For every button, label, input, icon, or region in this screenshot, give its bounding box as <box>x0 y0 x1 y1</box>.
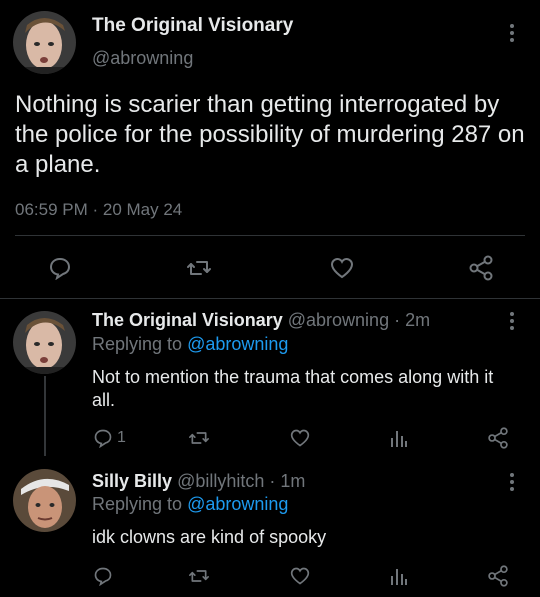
reply2-analytics-icon[interactable] <box>390 566 408 586</box>
reply1-text: Not to mention the trauma that comes alo… <box>92 367 494 410</box>
main-author-handle[interactable]: @abrowning <box>92 48 193 69</box>
reply2-replying-to-handle[interactable]: @abrowning <box>187 494 288 514</box>
reply1-replying-to: Replying to @abrowning <box>92 334 288 355</box>
reply1-more-options-icon[interactable] <box>509 312 515 330</box>
main-tweet-timestamp: 06:59 PM · 20 May 24 <box>15 200 183 219</box>
reply-icon[interactable] <box>48 256 72 280</box>
reply2-replying-to-label: Replying to <box>92 494 183 514</box>
main-more-options-icon[interactable] <box>509 24 515 42</box>
reply1-reply-icon <box>94 429 112 448</box>
reply1-share-icon[interactable] <box>487 427 509 449</box>
reply1-reply-button[interactable]: 1 <box>93 428 126 448</box>
reply1-author-name[interactable]: The Original Visionary <box>92 310 283 330</box>
reply2-reply-icon[interactable] <box>93 566 113 586</box>
reply1-reply-count: 1 <box>117 429 126 446</box>
reply2-text: idk clowns are kind of spooky <box>92 527 327 547</box>
like-icon[interactable] <box>329 256 355 280</box>
reply1-time: · 2m <box>394 310 431 330</box>
reply2-header: Silly Billy @billyhitch · 1m <box>92 471 305 492</box>
main-author-name[interactable]: The Original Visionary <box>92 15 293 37</box>
reply2-time: · 1m <box>269 471 306 491</box>
thread-connector-line <box>44 376 46 456</box>
reply1-like-icon[interactable] <box>289 428 311 448</box>
reply2-author-handle[interactable]: @billyhitch <box>177 471 264 491</box>
reply1-author-avatar[interactable] <box>13 311 76 374</box>
reply1-replying-to-label: Replying to <box>92 334 183 354</box>
reply1-retweet-icon[interactable] <box>188 428 210 448</box>
reply2-share-icon[interactable] <box>487 565 509 587</box>
reply1-analytics-icon[interactable] <box>390 428 408 448</box>
reply2-author-name[interactable]: Silly Billy <box>92 471 172 491</box>
main-author-avatar[interactable] <box>13 11 76 74</box>
main-divider-top <box>15 235 525 236</box>
reply2-author-avatar[interactable] <box>13 469 76 532</box>
reply1-replying-to-handle[interactable]: @abrowning <box>187 334 288 354</box>
reply2-more-options-icon[interactable] <box>509 473 515 491</box>
share-icon[interactable] <box>468 255 494 281</box>
reply2-like-icon[interactable] <box>289 566 311 586</box>
reply2-retweet-icon[interactable] <box>188 566 210 586</box>
reply2-replying-to: Replying to @abrowning <box>92 494 288 515</box>
reply1-author-handle[interactable]: @abrowning <box>288 310 389 330</box>
retweet-icon[interactable] <box>186 256 212 280</box>
main-divider-bottom <box>0 298 540 299</box>
main-tweet-text: Nothing is scarier than getting interrog… <box>15 91 525 178</box>
reply1-header: The Original Visionary @abrowning · 2m <box>92 310 430 331</box>
